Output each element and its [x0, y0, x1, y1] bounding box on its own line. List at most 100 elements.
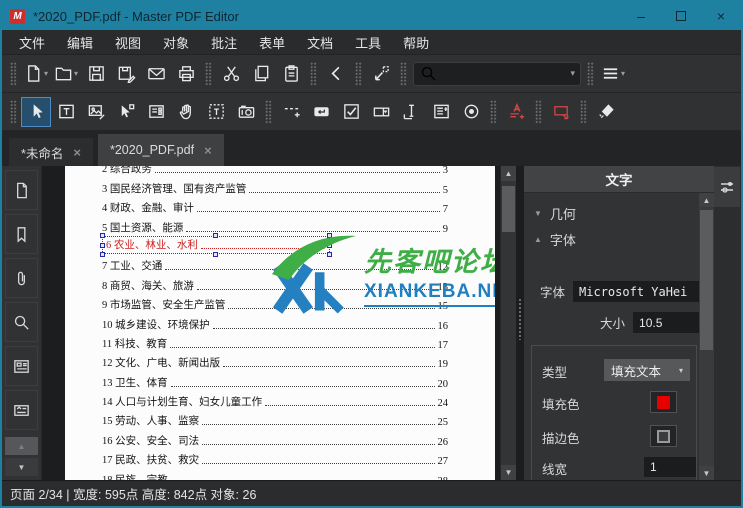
toc-row[interactable]: 17 民政、扶贫、救灾27 [102, 450, 448, 469]
toc-row[interactable]: 12 文化、广电、新闻出版19 [102, 353, 448, 372]
fit-page-button[interactable] [366, 59, 396, 89]
search-box[interactable]: ▾ [413, 62, 581, 86]
scroll-down-icon[interactable]: ▼ [501, 465, 516, 480]
list-box-button[interactable] [426, 97, 456, 127]
bookmarks-icon [12, 225, 31, 244]
print-button[interactable] [171, 59, 201, 89]
tab-close-icon[interactable]: × [204, 143, 212, 158]
title-bar[interactable]: M *2020_PDF.pdf - Master PDF Editor – × [2, 2, 741, 30]
panel-scroll-up-icon[interactable]: ▲ [699, 193, 714, 207]
tab-1[interactable]: *2020_PDF.pdf× [98, 134, 224, 166]
toc-row[interactable]: 4 财政、金融、审计7 [102, 198, 448, 217]
selection-handle-ml[interactable] [100, 243, 105, 248]
scrollbar-thumb[interactable] [502, 186, 515, 232]
toc-leader-dots [213, 328, 435, 329]
properties-toggle-tab[interactable] [714, 167, 740, 207]
tools-toolbar [2, 93, 741, 131]
open-folder-button[interactable]: ▾ [51, 59, 81, 89]
menu-item-2[interactable]: 视图 [104, 30, 152, 55]
combo-box-button[interactable] [366, 97, 396, 127]
combo-box-icon [372, 102, 391, 121]
type-row: 类型 填充文本 ▾ [542, 362, 696, 381]
sidebar-attachments-button[interactable] [5, 258, 38, 298]
selection-handle-bl[interactable] [100, 252, 105, 257]
selection-handle-tc[interactable] [213, 233, 218, 238]
minimize-button[interactable]: – [621, 2, 661, 30]
toc-row[interactable]: 2 综合政务3 [102, 166, 448, 178]
menu-item-0[interactable]: 文件 [8, 30, 56, 55]
pdf-page[interactable]: 2 综合政务33 国民经济管理、国有资产监管54 财政、金融、审计75 国土资源… [65, 166, 495, 480]
group-font[interactable]: ▲ 字体 [534, 230, 576, 249]
add-form-field-button[interactable] [276, 97, 306, 127]
sidebar-scroll-down-icon[interactable]: ▼ [5, 458, 38, 476]
menu-item-3[interactable]: 对象 [152, 30, 200, 55]
panel-scroll-down-icon[interactable]: ▼ [699, 466, 714, 480]
toc-row[interactable]: 3 国民经济管理、国有资产监管5 [102, 178, 448, 197]
selection-handle-bc[interactable] [213, 252, 218, 257]
rect-annotation-button[interactable] [546, 97, 576, 127]
radio-button-button[interactable] [456, 97, 486, 127]
close-button[interactable]: × [701, 2, 741, 30]
toc-row[interactable]: 16 公安、安全、司法26 [102, 430, 448, 449]
push-button-button[interactable] [306, 97, 336, 127]
edit-text-button[interactable] [51, 97, 81, 127]
tab-close-icon[interactable]: × [73, 145, 81, 160]
scroll-up-icon[interactable]: ▲ [501, 166, 516, 181]
menu-item-5[interactable]: 表单 [248, 30, 296, 55]
copy-button[interactable] [246, 59, 276, 89]
form-properties-button[interactable] [141, 97, 171, 127]
sidebar-bookmarks-button[interactable] [5, 214, 38, 254]
save-as-button[interactable] [111, 59, 141, 89]
paste-button[interactable] [276, 59, 306, 89]
select-button[interactable] [21, 97, 51, 127]
document-scrollbar[interactable]: ▲ ▼ [500, 166, 516, 480]
font-name-field[interactable]: Microsoft YaHei [573, 281, 699, 302]
sidebar-form-fields-button[interactable] [5, 346, 38, 386]
type-dropdown[interactable]: 填充文本 ▾ [604, 359, 690, 381]
toc-row[interactable]: 15 劳动、人事、监察25 [102, 411, 448, 430]
watermark-line1: 先客吧论坛 [364, 240, 495, 279]
menu-item-7[interactable]: 工具 [344, 30, 392, 55]
panel-splitter[interactable] [518, 298, 523, 340]
menu-item-6[interactable]: 文档 [296, 30, 344, 55]
font-size-field[interactable]: 10.5 [633, 312, 699, 333]
new-document-button[interactable]: ▾ [21, 59, 51, 89]
text-annotation-button[interactable] [501, 97, 531, 127]
save-button[interactable] [81, 59, 111, 89]
select-text-button[interactable] [201, 97, 231, 127]
edit-path-button[interactable] [111, 97, 141, 127]
back-button[interactable] [321, 59, 351, 89]
group-geometry[interactable]: ▼ 几何 [534, 204, 576, 223]
menu-button[interactable]: ▾ [598, 59, 628, 89]
stroke-color-swatch[interactable] [650, 425, 677, 447]
menu-item-1[interactable]: 编辑 [56, 30, 104, 55]
panel-scrollbar-thumb[interactable] [700, 210, 713, 350]
menu-item-4[interactable]: 批注 [200, 30, 248, 55]
sidebar-search-button[interactable] [5, 302, 38, 342]
caret-down-icon[interactable]: ▾ [571, 68, 576, 79]
fill-color-swatch[interactable] [650, 391, 677, 413]
snapshot-button[interactable] [231, 97, 261, 127]
email-button[interactable] [141, 59, 171, 89]
toc-row[interactable]: 11 科技、教育17 [102, 334, 448, 353]
selection-handle-tl[interactable] [100, 233, 105, 238]
menu-item-8[interactable]: 帮助 [392, 30, 440, 55]
text-field-button[interactable] [396, 97, 426, 127]
cut-button[interactable] [216, 59, 246, 89]
panel-scrollbar[interactable]: ▲ ▼ [699, 193, 714, 480]
sidebar-pages-button[interactable] [5, 170, 38, 210]
font-label: 字体 [540, 282, 565, 301]
hand-button[interactable] [171, 97, 201, 127]
toc-row[interactable]: 18 民族、宗教28 [102, 469, 448, 480]
search-input[interactable] [438, 67, 570, 81]
eraser-button[interactable] [591, 97, 621, 127]
toc-row[interactable]: 13 卫生、体育20 [102, 372, 448, 391]
toc-row[interactable]: 14 人口与计划生育、妇女儿童工作24 [102, 392, 448, 411]
maximize-button[interactable] [661, 2, 701, 30]
tab-0[interactable]: *未命名× [9, 138, 93, 166]
sidebar-scroll-up-icon[interactable]: ▲ [5, 437, 38, 455]
line-width-field[interactable]: 1 [644, 457, 696, 477]
sidebar-signature-button[interactable] [5, 390, 38, 430]
edit-image-button[interactable] [81, 97, 111, 127]
checkbox-button[interactable] [336, 97, 366, 127]
